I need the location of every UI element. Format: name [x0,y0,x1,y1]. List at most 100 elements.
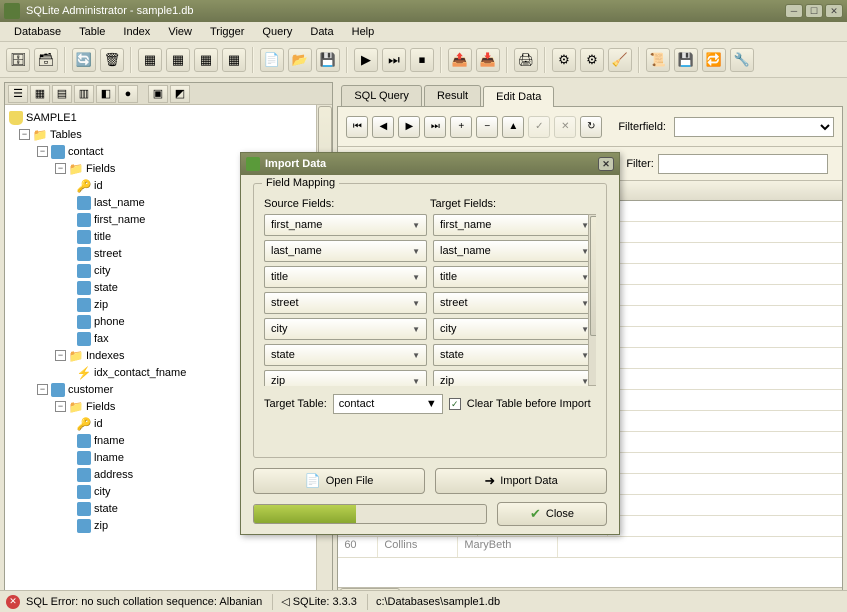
nav-add-button[interactable]: + [450,116,472,138]
tree-table-contact[interactable]: contact [68,146,103,158]
target-field-select[interactable]: street▼ [433,292,596,314]
menu-database[interactable]: Database [6,24,69,40]
schema-tab-8[interactable]: ◩ [170,85,190,103]
toolbar-pref-icon2[interactable]: ⚙ [580,48,604,72]
tree-field[interactable]: first_name [94,214,145,226]
nav-cancel-button[interactable]: ✕ [554,116,576,138]
source-field-select[interactable]: first_name▼ [264,214,427,236]
tree-field[interactable]: zip [94,520,108,532]
toolbar-add-table-icon[interactable]: ▦ [138,48,162,72]
tree-field[interactable]: fax [94,333,109,345]
mapping-scrollbar[interactable] [588,214,596,386]
collapse-icon[interactable]: − [19,129,30,140]
toolbar-save-icon[interactable]: 💾 [674,48,698,72]
toolbar-new-db-icon[interactable]: 🗄 [6,48,30,72]
source-field-select[interactable]: last_name▼ [264,240,427,262]
toolbar-tool-icon[interactable]: 🔧 [730,48,754,72]
collapse-icon[interactable]: − [37,146,48,157]
import-data-button[interactable]: ➜Import Data [435,468,607,494]
toolbar-vacuum-icon[interactable]: 🧹 [608,48,632,72]
tree-field[interactable]: city [94,486,111,498]
nav-post-button[interactable]: ✓ [528,116,550,138]
tree-field[interactable]: fname [94,435,125,447]
toolbar-export-icon[interactable]: 📤 [448,48,472,72]
menu-table[interactable]: Table [71,24,113,40]
schema-tab-1[interactable]: ☰ [8,85,28,103]
schema-tab-2[interactable]: ▦ [30,85,50,103]
open-file-button[interactable]: 📄Open File [253,468,425,494]
collapse-icon[interactable]: − [55,401,66,412]
tree-index[interactable]: idx_contact_fname [94,367,186,379]
tab-sql-query[interactable]: SQL Query [341,85,422,106]
tree-field[interactable]: zip [94,299,108,311]
tree-field[interactable]: lname [94,452,124,464]
toolbar-table-link-icon[interactable]: ▦ [222,48,246,72]
tree-field[interactable]: title [94,231,111,243]
tree-field[interactable]: city [94,265,111,277]
schema-tab-6[interactable]: ● [118,85,138,103]
nav-next-button[interactable]: ▶ [398,116,420,138]
grid-cell[interactable]: Collins [378,537,458,557]
dialog-title-bar[interactable]: Import Data ✕ [241,153,619,175]
schema-tab-4[interactable]: ▥ [74,85,94,103]
target-field-select[interactable]: state▼ [433,344,596,366]
toolbar-save-query-icon[interactable]: 💾 [316,48,340,72]
collapse-icon[interactable]: − [55,350,66,361]
toolbar-refresh-icon[interactable]: 🔄 [72,48,96,72]
source-field-select[interactable]: zip▼ [264,370,427,386]
toolbar-print-icon[interactable]: 🖨 [514,48,538,72]
tree-db[interactable]: SAMPLE1 [26,112,77,124]
collapse-icon[interactable]: − [55,163,66,174]
filter-input[interactable] [658,154,828,174]
tree-indexes-label[interactable]: Indexes [86,350,125,362]
menu-query[interactable]: Query [254,24,300,40]
toolbar-open-db-icon[interactable]: 🗃 [34,48,58,72]
schema-tab-5[interactable]: ◧ [96,85,116,103]
tree-field[interactable]: phone [94,316,125,328]
schema-tab-7[interactable]: ▣ [148,85,168,103]
target-field-select[interactable]: title▼ [433,266,596,288]
toolbar-edit-table-icon[interactable]: ▦ [166,48,190,72]
tree-fields-label[interactable]: Fields [86,401,115,413]
tree-field[interactable]: id [94,418,103,430]
maximize-button[interactable]: ☐ [805,4,823,18]
close-window-button[interactable]: ✕ [825,4,843,18]
nav-last-button[interactable]: ⏭ [424,116,446,138]
dialog-close-icon[interactable]: ✕ [598,157,614,171]
source-field-select[interactable]: street▼ [264,292,427,314]
tab-edit-data[interactable]: Edit Data [483,86,554,107]
nav-edit-button[interactable]: ▲ [502,116,524,138]
menu-trigger[interactable]: Trigger [202,24,252,40]
toolbar-delete-db-icon[interactable]: 🗑 [100,48,124,72]
tab-result[interactable]: Result [424,85,481,106]
close-button[interactable]: ✔Close [497,502,607,526]
toolbar-reload-icon[interactable]: 🔁 [702,48,726,72]
toolbar-run-step-icon[interactable]: ⏭ [382,48,406,72]
collapse-icon[interactable]: − [37,384,48,395]
toolbar-stop-icon[interactable]: ⏹ [410,48,434,72]
nav-delete-button[interactable]: − [476,116,498,138]
toolbar-import-icon[interactable]: 📥 [476,48,500,72]
target-field-select[interactable]: zip▼ [433,370,596,386]
nav-refresh-button[interactable]: ↻ [580,116,602,138]
tree-tables[interactable]: Tables [50,129,82,141]
minimize-button[interactable]: ─ [785,4,803,18]
toolbar-open-query-icon[interactable]: 📂 [288,48,312,72]
grid-cell[interactable]: MaryBeth [458,537,558,557]
tree-fields-label[interactable]: Fields [86,163,115,175]
grid-cell[interactable]: 60 [338,537,378,557]
clear-table-checkbox[interactable]: ✓ [449,398,461,410]
tree-field[interactable]: id [94,180,103,192]
source-field-select[interactable]: city▼ [264,318,427,340]
tree-field[interactable]: last_name [94,197,145,209]
tree-table-customer[interactable]: customer [68,384,113,396]
toolbar-run-icon[interactable]: ▶ [354,48,378,72]
menu-help[interactable]: Help [344,24,383,40]
toolbar-drop-table-icon[interactable]: ▦ [194,48,218,72]
nav-first-button[interactable]: ⏮ [346,116,368,138]
tree-field[interactable]: state [94,282,118,294]
tree-field[interactable]: address [94,469,133,481]
menu-data[interactable]: Data [302,24,341,40]
source-field-select[interactable]: state▼ [264,344,427,366]
menu-index[interactable]: Index [115,24,158,40]
